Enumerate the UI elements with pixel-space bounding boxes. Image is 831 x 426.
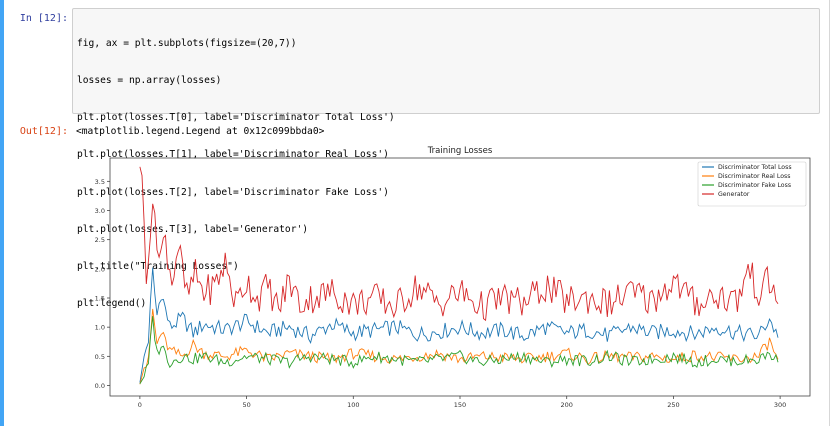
chart-title: Training Losses bbox=[427, 146, 493, 156]
x-tick-label: 100 bbox=[347, 401, 359, 409]
training-losses-chart: Training Losses 0.0 0.5 1.0 1.5 2.0 2.5 3.0 3.5 0… bbox=[95, 146, 811, 409]
y-tick-label: 1.0 bbox=[95, 324, 105, 332]
code-line: fig, ax = plt.subplots(figsize=(20,7)) bbox=[77, 37, 297, 49]
x-tick-label: 300 bbox=[774, 401, 786, 409]
x-tick-label: 200 bbox=[560, 401, 572, 409]
y-tick-label: 3.0 bbox=[95, 207, 105, 215]
x-tick-label: 50 bbox=[242, 401, 250, 409]
input-prompt: In [12]: bbox=[19, 13, 68, 24]
y-tick-label: 3.5 bbox=[95, 178, 105, 186]
code-line: plt.plot(losses.T[0], label='Discriminat… bbox=[77, 112, 395, 124]
legend-label: Discriminator Total Loss bbox=[718, 164, 792, 171]
y-tick-label: 1.5 bbox=[95, 295, 105, 303]
y-tick-label: 0.5 bbox=[95, 353, 105, 361]
output-prompt: Out[12]: bbox=[19, 126, 68, 137]
x-tick-label: 0 bbox=[138, 401, 142, 409]
output-text: <matplotlib.legend.Legend at 0x12c099bbd… bbox=[76, 126, 325, 137]
legend-label: Generator bbox=[718, 191, 750, 198]
y-tick-label: 0.0 bbox=[95, 382, 105, 390]
code-line: losses = np.array(losses) bbox=[77, 75, 222, 87]
x-tick-label: 150 bbox=[454, 401, 466, 409]
legend-label: Discriminator Real Loss bbox=[718, 173, 790, 180]
code-editor[interactable]: fig, ax = plt.subplots(figsize=(20,7)) l… bbox=[72, 8, 820, 309]
series-line bbox=[139, 166, 779, 322]
series-line bbox=[139, 267, 779, 383]
series-line bbox=[139, 308, 779, 385]
y-tick-label: 2.5 bbox=[95, 236, 105, 244]
y-tick-label: 2.0 bbox=[95, 265, 105, 273]
x-tick-label: 250 bbox=[667, 401, 679, 409]
legend-label: Discriminator Fake Loss bbox=[718, 182, 791, 189]
